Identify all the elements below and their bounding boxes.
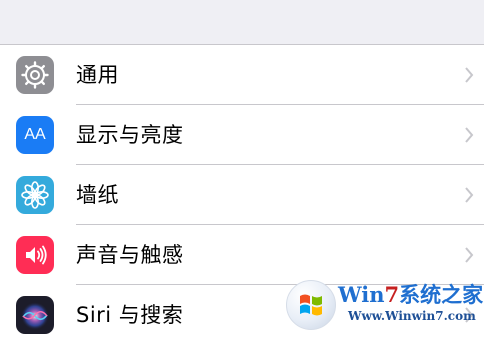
display-brightness-icon: AA — [16, 116, 54, 154]
watermark-url: Www.Winwin7.com — [348, 309, 476, 323]
watermark-title: Win7系统之家 — [338, 282, 484, 307]
settings-item-label: Siri 与搜索 — [76, 303, 184, 327]
settings-item-label: 显示与亮度 — [76, 123, 184, 147]
settings-item-wallpaper[interactable]: 墙纸 — [0, 165, 484, 225]
chevron-right-icon — [465, 67, 474, 83]
chevron-right-icon — [465, 187, 474, 203]
settings-item-label: 通用 — [76, 63, 119, 87]
siri-icon — [16, 296, 54, 334]
settings-item-general[interactable]: 通用 — [0, 45, 484, 105]
settings-item-label: 墙纸 — [76, 183, 119, 207]
settings-item-sounds-haptics[interactable]: 声音与触感 — [0, 225, 484, 285]
speaker-icon — [16, 236, 54, 274]
settings-item-label: 声音与触感 — [76, 243, 184, 267]
top-spacer — [0, 0, 484, 44]
chevron-right-icon — [465, 127, 474, 143]
windows-logo-icon — [286, 280, 336, 330]
wallpaper-flower-icon — [16, 176, 54, 214]
watermark: Win7系统之家 Www.Winwin7.com — [286, 278, 484, 330]
gear-icon — [16, 56, 54, 94]
settings-item-display-brightness[interactable]: AA 显示与亮度 — [0, 105, 484, 165]
chevron-right-icon — [465, 247, 474, 263]
